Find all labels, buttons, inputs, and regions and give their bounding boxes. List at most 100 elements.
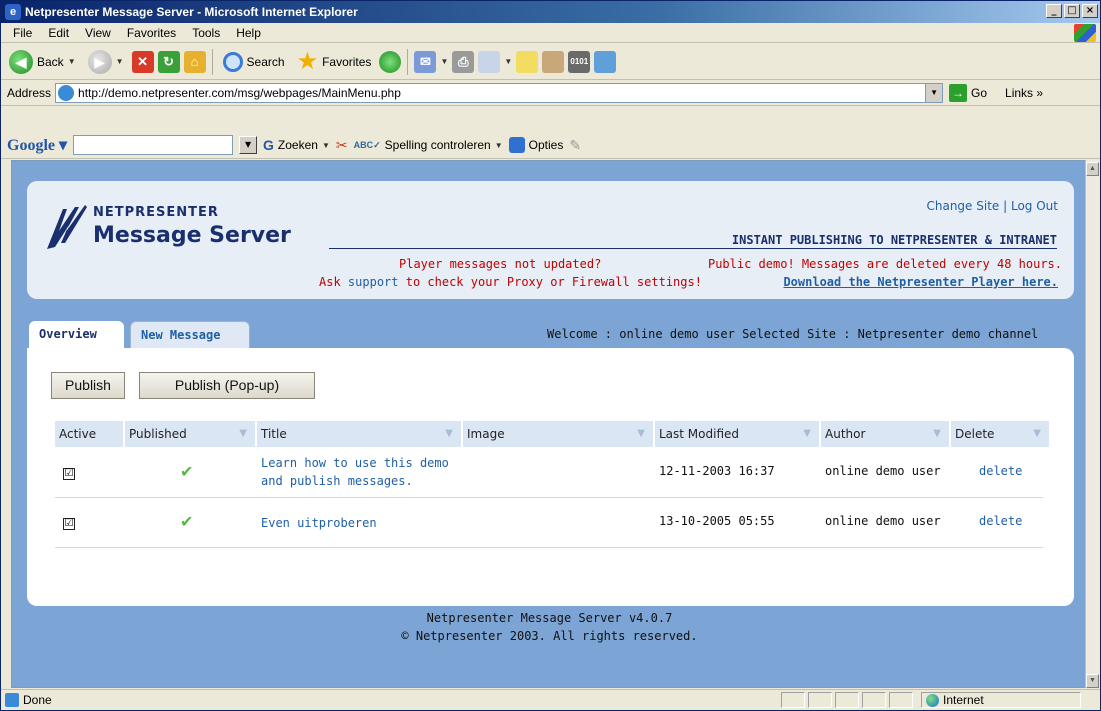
print-icon[interactable]: ⎙ xyxy=(452,50,475,73)
scroll-up-icon[interactable]: ▲ xyxy=(1086,162,1099,176)
spelling-label: Spelling controleren xyxy=(384,138,491,152)
star-icon: ★ xyxy=(296,47,319,75)
address-input[interactable]: http://demo.netpresenter.com/msg/webpage… xyxy=(55,83,944,103)
refresh-icon[interactable]: ↻ xyxy=(157,50,180,73)
sort-icon: ▼ xyxy=(239,428,247,439)
version-text: Netpresenter Message Server v4.0.7 xyxy=(426,611,673,625)
publish-popup-button[interactable]: Publish (Pop-up) xyxy=(139,372,315,399)
account-links: Change Site | Log Out xyxy=(926,199,1058,213)
favorites-label: Favorites xyxy=(322,54,372,69)
window-controls: _ □ × xyxy=(1046,4,1098,18)
netpresenter-logo-icon xyxy=(47,205,87,249)
pencil-icon[interactable]: ✎ xyxy=(569,137,581,154)
column-author-label: Author xyxy=(825,427,866,441)
popup-blocker-icon[interactable]: ✂ xyxy=(336,137,348,154)
back-label: Back xyxy=(37,54,64,69)
search-button[interactable]: Search xyxy=(219,47,289,77)
google-dropdown-icon[interactable]: ▼ xyxy=(239,136,258,154)
column-author[interactable]: Author ▼ xyxy=(821,421,951,447)
google-logo-text: Google xyxy=(7,137,55,154)
column-last-modified[interactable]: Last Modified ▼ xyxy=(655,421,821,447)
log-out-link[interactable]: Log Out xyxy=(1011,199,1058,213)
player-warning: Player messages not updated? xyxy=(399,257,602,271)
title-bar: e Netpresenter Message Server - Microsof… xyxy=(1,1,1100,23)
discuss-icon[interactable] xyxy=(516,50,539,73)
edit-dropdown-icon[interactable]: ▼ xyxy=(504,57,512,66)
menu-favorites[interactable]: Favorites xyxy=(119,26,184,40)
forward-arrow-icon: ▶ xyxy=(87,49,112,74)
menu-view[interactable]: View xyxy=(77,26,119,40)
tagline: INSTANT PUBLISHING TO NETPRESENTER & INT… xyxy=(329,233,1057,249)
sort-icon: ▼ xyxy=(803,428,811,439)
forward-button[interactable]: ▶ ▼ xyxy=(84,47,128,77)
support-link[interactable]: support xyxy=(348,275,399,289)
edit-icon[interactable] xyxy=(478,50,501,73)
media-icon[interactable] xyxy=(379,50,402,73)
google-g-icon: G xyxy=(263,137,274,153)
binary-icon[interactable]: 0101 xyxy=(568,50,591,73)
address-dropdown-icon[interactable]: ▼ xyxy=(925,84,943,102)
back-arrow-icon: ◀ xyxy=(9,49,33,74)
download-player-link[interactable]: Download the Netpresenter Player here. xyxy=(783,275,1058,289)
google-zoeken-button[interactable]: G Zoeken ▼ xyxy=(263,137,330,153)
tab-overview[interactable]: Overview xyxy=(29,321,124,349)
forward-dropdown-icon[interactable]: ▼ xyxy=(116,57,124,66)
menu-edit[interactable]: Edit xyxy=(40,26,77,40)
zoeken-dropdown-icon[interactable]: ▼ xyxy=(322,141,330,150)
windows-logo-icon xyxy=(1074,24,1096,42)
mail-icon[interactable]: ✉ xyxy=(414,50,437,73)
go-button[interactable]: → Go xyxy=(949,84,987,102)
google-logo[interactable]: Google ▾ xyxy=(7,135,67,155)
close-button[interactable]: × xyxy=(1082,4,1098,18)
favorites-button[interactable]: ★ Favorites xyxy=(293,47,376,77)
minimize-button[interactable]: _ xyxy=(1046,4,1062,18)
column-delete-label: Delete xyxy=(955,427,995,441)
active-checkbox[interactable]: ☑ xyxy=(63,518,75,530)
sort-icon: ▼ xyxy=(1033,428,1041,439)
last-modified-cell: 13-10-2005 05:55 xyxy=(659,514,775,528)
tab-new-message[interactable]: New Message xyxy=(130,321,250,349)
spellcheck-icon: ABC✓ xyxy=(353,139,381,150)
delete-link[interactable]: delete xyxy=(979,514,1022,528)
menu-tools[interactable]: Tools xyxy=(184,26,228,40)
active-checkbox[interactable]: ☑ xyxy=(63,468,75,480)
content-frame-border xyxy=(1,160,11,688)
research-icon[interactable] xyxy=(542,50,565,73)
status-text: Done xyxy=(1,693,781,707)
home-icon[interactable]: ⌂ xyxy=(183,50,206,73)
status-panel xyxy=(781,692,805,708)
spelling-dropdown-icon[interactable]: ▼ xyxy=(495,141,503,150)
column-delete[interactable]: Delete ▼ xyxy=(951,421,1049,447)
messenger-icon[interactable] xyxy=(594,50,617,73)
title-line-2: and publish messages. xyxy=(261,474,413,488)
go-arrow-icon: → xyxy=(949,84,968,102)
mail-dropdown-icon[interactable]: ▼ xyxy=(440,57,448,66)
options-icon xyxy=(508,137,525,153)
scroll-down-icon[interactable]: ▼ xyxy=(1086,674,1099,688)
column-title[interactable]: Title ▼ xyxy=(257,421,463,447)
maximize-button[interactable]: □ xyxy=(1064,4,1080,18)
message-title-link[interactable]: Even uitproberen xyxy=(261,514,377,532)
spelling-button[interactable]: ABC✓ Spelling controleren ▼ xyxy=(354,138,503,152)
column-image[interactable]: Image ▼ xyxy=(463,421,655,447)
back-button[interactable]: ◀ Back ▼ xyxy=(5,47,80,77)
toolbar-separator xyxy=(407,48,409,75)
zone-label: Internet xyxy=(943,693,984,707)
back-dropdown-icon[interactable]: ▼ xyxy=(68,57,76,66)
opties-button[interactable]: Opties xyxy=(508,137,563,153)
overview-panel: Publish Publish (Pop-up) Active Publishe… xyxy=(27,348,1074,606)
message-title-link[interactable]: Learn how to use this demo and publish m… xyxy=(261,454,449,490)
window-title: Netpresenter Message Server - Microsoft … xyxy=(25,5,358,19)
links-button[interactable]: Links » xyxy=(1005,86,1043,100)
stop-icon[interactable]: ✕ xyxy=(131,50,154,73)
column-active[interactable]: Active xyxy=(55,421,125,447)
publish-button[interactable]: Publish xyxy=(51,372,125,399)
google-search-input[interactable] xyxy=(73,135,234,155)
vertical-scrollbar[interactable]: ▲ ▼ xyxy=(1085,160,1099,688)
menu-file[interactable]: File xyxy=(5,26,40,40)
menu-help[interactable]: Help xyxy=(228,26,269,40)
delete-link[interactable]: delete xyxy=(979,464,1022,478)
page-icon xyxy=(58,85,75,101)
column-published[interactable]: Published ▼ xyxy=(125,421,257,447)
change-site-link[interactable]: Change Site xyxy=(926,199,999,213)
